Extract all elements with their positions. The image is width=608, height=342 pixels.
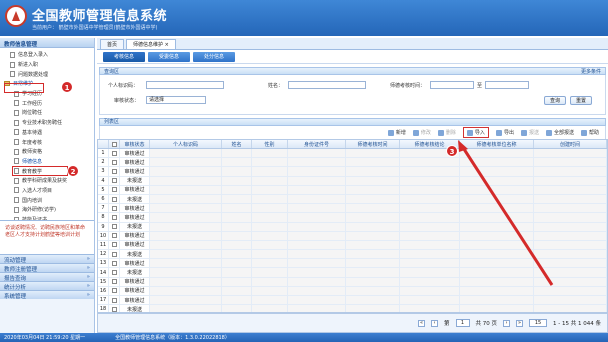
annotation-arrow-layer: [458, 140, 554, 286]
annotation-arrow: [460, 145, 554, 286]
